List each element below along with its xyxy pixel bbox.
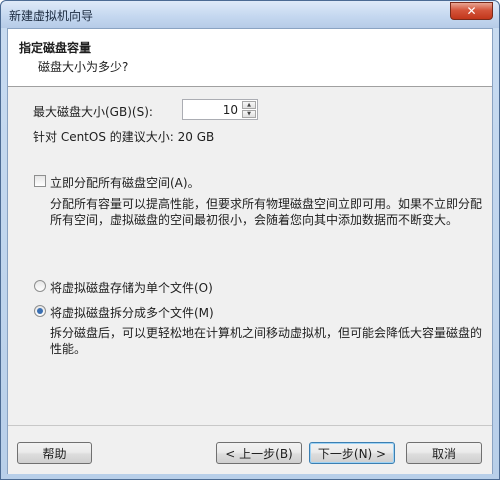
single-file-radio[interactable]	[34, 280, 46, 292]
dialog-body: 指定磁盘容量 磁盘大小为多少? 最大磁盘大小(GB)(S): 10 ▲ ▼ 针对…	[7, 28, 493, 474]
wizard-window: 新建虚拟机向导 ✕ 指定磁盘容量 磁盘大小为多少? 最大磁盘大小(GB)(S):…	[0, 0, 500, 480]
recommended-size-text: 针对 CentOS 的建议大小: 20 GB	[33, 130, 215, 144]
allocate-description: 分配所有容量可以提高性能，但要求所有物理磁盘空间立即可用。如果不立即分配 所有空…	[50, 196, 482, 228]
spin-up-button[interactable]: ▲	[242, 101, 256, 109]
disk-size-spinner[interactable]: 10 ▲ ▼	[182, 99, 258, 120]
multi-desc-line-2: 性能。	[50, 342, 87, 356]
close-icon: ✕	[466, 4, 477, 18]
spin-down-button[interactable]: ▼	[242, 110, 256, 118]
multi-file-description: 拆分磁盘后，可以更轻松地在计算机之间移动虚拟机，但可能会降低大容量磁盘的 性能。	[50, 325, 482, 357]
title-bar[interactable]: 新建虚拟机向导 ✕	[1, 1, 499, 28]
radio-selected-dot	[37, 308, 43, 314]
wizard-header: 指定磁盘容量 磁盘大小为多少?	[8, 29, 492, 87]
next-button[interactable]: 下一步(N) >	[309, 442, 395, 464]
help-button[interactable]: 帮助	[17, 442, 92, 464]
page-title: 指定磁盘容量	[19, 41, 92, 55]
multi-desc-line-1: 拆分磁盘后，可以更轻松地在计算机之间移动虚拟机，但可能会降低大容量磁盘的	[50, 326, 483, 340]
close-button[interactable]: ✕	[450, 2, 493, 20]
cancel-button[interactable]: 取消	[406, 442, 482, 464]
multi-file-radio[interactable]	[34, 305, 46, 317]
allocate-all-checkbox[interactable]	[34, 175, 46, 187]
disk-size-label: 最大磁盘大小(GB)(S):	[33, 105, 153, 119]
button-bar: 帮助 < 上一步(B) 下一步(N) > 取消	[8, 425, 492, 474]
page-subtitle: 磁盘大小为多少?	[38, 60, 129, 74]
allocate-desc-line-2: 所有空间，虚拟磁盘的空间最初很小，会随着您向其中添加数据而不断变大。	[50, 213, 459, 227]
window-title: 新建虚拟机向导	[9, 9, 94, 23]
back-button[interactable]: < 上一步(B)	[216, 442, 302, 464]
allocate-all-label[interactable]: 立即分配所有磁盘空间(A)。	[50, 174, 200, 191]
multi-file-label[interactable]: 将虚拟磁盘拆分成多个文件(M)	[50, 304, 214, 321]
single-file-label[interactable]: 将虚拟磁盘存储为单个文件(O)	[50, 279, 213, 296]
disk-size-value[interactable]: 10	[223, 103, 238, 117]
allocate-desc-line-1: 分配所有容量可以提高性能，但要求所有物理磁盘空间立即可用。如果不立即分配	[50, 197, 483, 211]
